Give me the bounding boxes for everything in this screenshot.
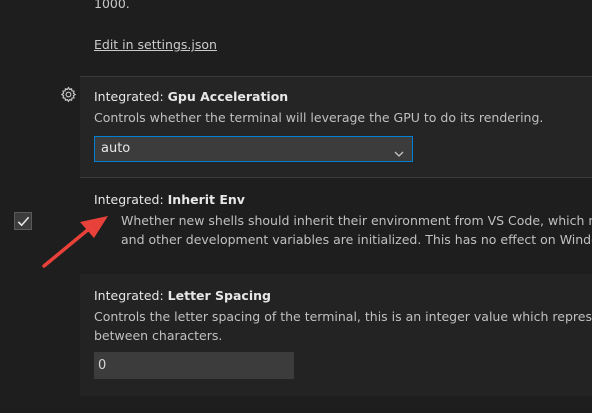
chevron-down-icon: [394, 144, 404, 157]
setting-description-line1: Controls the letter spacing of the termi…: [94, 309, 592, 324]
setting-name: Letter Spacing: [167, 288, 271, 303]
previous-setting-description: 1000.: [94, 0, 130, 14]
setting-description-line2: and other development variables are init…: [121, 232, 592, 247]
checkmark-icon: [17, 216, 30, 227]
setting-title: Integrated: Letter Spacing: [94, 287, 271, 305]
gear-icon[interactable]: [60, 86, 77, 103]
setting-title: Integrated: Gpu Acceleration: [94, 88, 288, 106]
left-edge-fragment: [0, 0, 6, 14]
setting-description-line1: Whether new shells should inherit their …: [121, 213, 592, 228]
setting-category: Integrated:: [94, 288, 168, 303]
setting-gpu-acceleration: Integrated: Gpu Acceleration Controls wh…: [80, 76, 592, 178]
setting-title: Integrated: Inherit Env: [94, 191, 245, 209]
dropdown-value: auto: [101, 141, 131, 156]
previous-setting-desc-line2: 1000.: [94, 0, 130, 11]
inherit-env-checkbox[interactable]: [14, 212, 32, 230]
setting-category: Integrated:: [94, 192, 168, 207]
edit-in-settings-json-link[interactable]: Edit in settings.json: [94, 36, 217, 54]
setting-category: Integrated:: [94, 89, 168, 104]
settings-editor: 1000. Edit in settings.json Integrated: …: [0, 0, 592, 413]
setting-inherit-env: Integrated: Inherit Env Whether new shel…: [80, 178, 592, 274]
setting-description: Controls whether the terminal will lever…: [94, 110, 544, 125]
setting-letter-spacing: Integrated: Letter Spacing Controls the …: [80, 274, 592, 396]
setting-name: Gpu Acceleration: [167, 89, 289, 104]
setting-name: Inherit Env: [167, 192, 245, 207]
letter-spacing-input[interactable]: 0: [94, 352, 294, 379]
annotation-arrow: [40, 212, 110, 270]
gpu-acceleration-dropdown[interactable]: auto: [94, 136, 413, 162]
setting-description-line2: between characters.: [94, 328, 223, 343]
